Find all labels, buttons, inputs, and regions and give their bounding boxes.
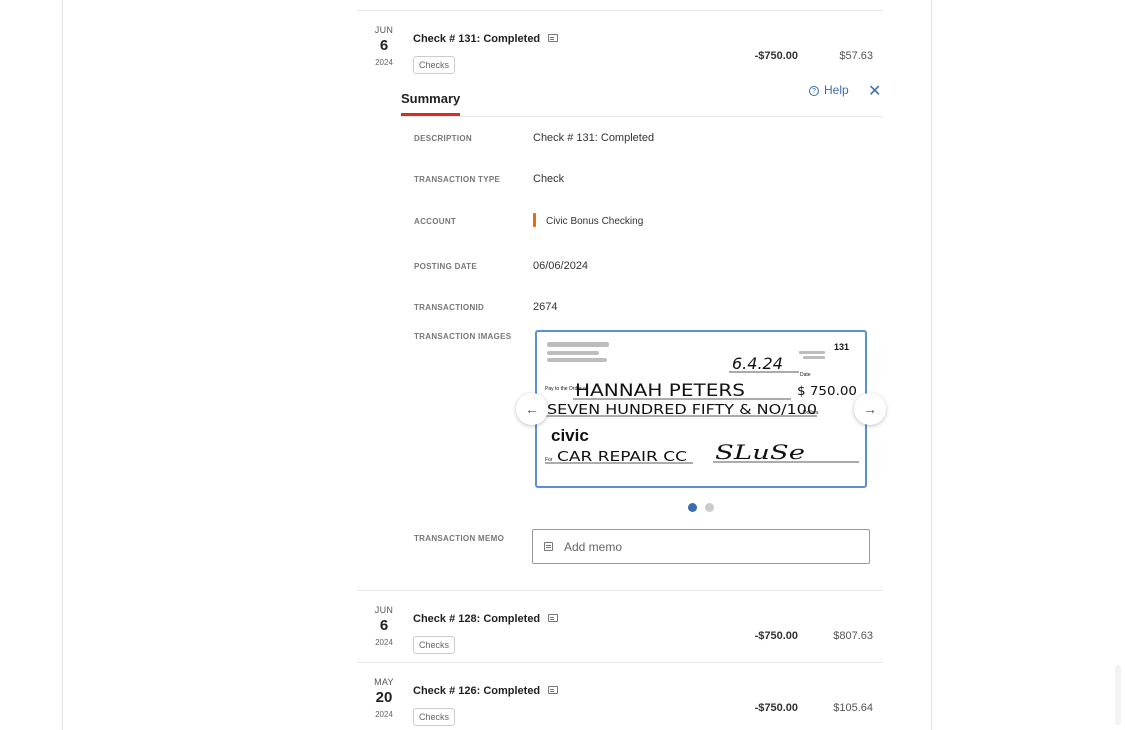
transaction-title-text: Check # 131: Completed (413, 33, 541, 45)
arrow-left-icon[interactable]: ← (516, 393, 548, 425)
transaction-memo-label: TRANSACTION MEMO (414, 534, 505, 543)
check-date: 6.4.24 (732, 354, 783, 373)
transaction-row[interactable]: MAY 20 2024 Check # 126: Completed Check… (357, 662, 883, 730)
check-payee: HANNAH PETERS (575, 381, 745, 401)
transaction-amount: -$750.00 (754, 702, 798, 714)
transaction-amount: -$750.00 (754, 50, 798, 62)
transaction-title-text: Check # 128: Completed (413, 613, 541, 625)
check-image[interactable]: 131 6.4.24 Date Pay to the Order of HANN… (535, 330, 867, 488)
account-color-bar (533, 213, 536, 227)
transaction-id-label: TRANSACTIONID (414, 303, 485, 312)
date-day: 6 (379, 37, 389, 54)
check-image-icon (548, 34, 559, 42)
account-value: Civic Bonus Checking (533, 213, 643, 227)
transaction-type-label: TRANSACTION TYPE (414, 175, 501, 184)
transaction-list-continued: JUN 6 2024 Check # 128: Completed Checks… (357, 590, 883, 730)
page-dot-2[interactable] (705, 503, 714, 512)
help-label: Help (824, 83, 849, 97)
transaction-title: Check # 128: Completed (413, 613, 559, 625)
account-label: ACCOUNT (414, 217, 457, 226)
date-day: 20 (375, 689, 393, 706)
date-year: 2024 (375, 58, 393, 67)
transaction-list: JUN 6 2024 Check # 131: Completed Checks… (357, 0, 883, 80)
date-year: 2024 (375, 710, 393, 719)
transaction-date: MAY 20 2024 (357, 677, 411, 719)
transaction-row[interactable]: JUN 6 2024 Check # 131: Completed Checks… (357, 10, 883, 80)
transaction-id-value: 2674 (533, 301, 558, 313)
date-day: 6 (379, 617, 389, 634)
memo-icon (544, 542, 553, 551)
check-amount-numeric: $ 750.00 (797, 384, 857, 398)
page-dot-1[interactable] (688, 503, 697, 512)
posting-date-label: POSTING DATE (414, 262, 478, 271)
running-balance: $105.64 (833, 702, 873, 714)
image-page-indicator (688, 499, 722, 517)
transaction-row[interactable]: JUN 6 2024 Check # 128: Completed Checks… (357, 590, 883, 660)
check-for-label: For (545, 457, 553, 463)
check-number: 131 (834, 342, 849, 352)
posting-date-value: 06/06/2024 (533, 260, 589, 272)
check-image-icon (548, 686, 559, 694)
running-balance: $57.63 (839, 50, 873, 62)
transaction-amount: -$750.00 (754, 630, 798, 642)
help-link[interactable]: ? Help (809, 83, 849, 97)
help-circle-icon: ? (809, 86, 819, 96)
summary-divider (401, 116, 883, 117)
memo-input[interactable]: Add memo (532, 529, 870, 564)
check-dollars-label: Dollars (803, 410, 819, 416)
check-image-viewer[interactable]: 131 6.4.24 Date Pay to the Order of HANN… (535, 330, 867, 488)
category-tag[interactable]: Checks (413, 708, 456, 726)
check-date-label: Date (800, 372, 811, 378)
transaction-title: Check # 126: Completed (413, 685, 559, 697)
description-label: DESCRIPTION (414, 134, 472, 143)
date-year: 2024 (375, 638, 393, 647)
running-balance: $807.63 (833, 630, 873, 642)
arrow-right-icon[interactable]: → (854, 393, 886, 425)
category-tag[interactable]: Checks (413, 636, 456, 654)
check-image-icon (548, 614, 559, 622)
transaction-title-text: Check # 126: Completed (413, 685, 541, 697)
date-month: JUN (374, 605, 394, 615)
transaction-type-value: Check (533, 173, 565, 185)
date-month: MAY (374, 677, 394, 687)
scrollbar[interactable] (1115, 665, 1121, 725)
account-name: Civic Bonus Checking (546, 216, 644, 227)
description-value: Check # 131: Completed (533, 132, 655, 144)
transaction-title: Check # 131: Completed (413, 33, 559, 45)
close-icon[interactable]: ✕ (868, 81, 881, 101)
date-month: JUN (374, 25, 394, 35)
tab-summary[interactable]: Summary (401, 91, 461, 116)
transaction-date: JUN 6 2024 (357, 605, 411, 647)
transaction-date: JUN 6 2024 (357, 25, 411, 67)
transaction-images-label: TRANSACTION IMAGES (414, 332, 512, 341)
category-tag[interactable]: Checks (413, 56, 456, 74)
memo-placeholder: Add memo (564, 540, 623, 554)
check-signature: SLuSe (715, 440, 805, 464)
check-bank-logo: civic (551, 426, 589, 445)
